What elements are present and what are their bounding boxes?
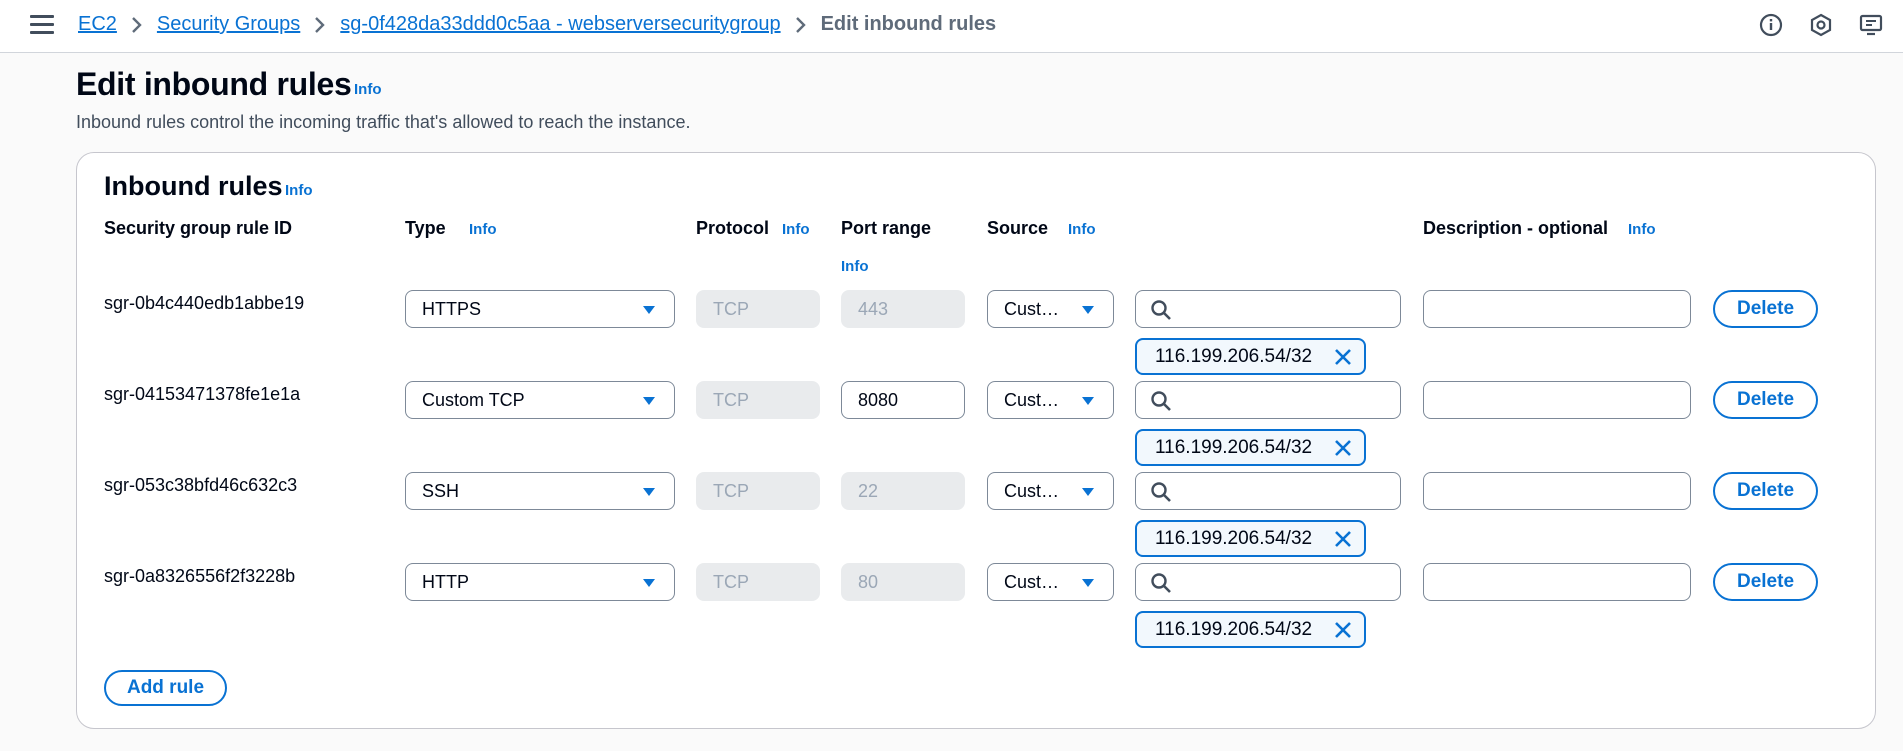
rule-id: sgr-053c38bfd46c632c3: [104, 475, 298, 495]
type-select[interactable]: HTTPS: [405, 290, 675, 328]
type-select-value: HTTPS: [422, 298, 482, 319]
cidr-token: 116.199.206.54/32: [1135, 611, 1366, 648]
chevron-right-icon: [795, 16, 807, 34]
protocol-field: TCP: [696, 381, 820, 419]
search-icon: [1151, 300, 1171, 320]
caret-down-icon: [643, 397, 655, 405]
caret-down-icon: [1082, 579, 1094, 587]
cidr-token: 116.199.206.54/32: [1135, 338, 1366, 375]
chevron-right-icon: [131, 16, 143, 34]
type-select[interactable]: HTTP: [405, 563, 675, 601]
top-navigation-bar: EC2 Security Groups sg-0f428da33ddd0c5aa…: [0, 0, 1903, 53]
type-select-value: HTTP: [422, 571, 469, 592]
breadcrumb-link-security-groups[interactable]: Security Groups: [157, 13, 300, 36]
caret-down-icon: [1082, 306, 1094, 314]
delete-button[interactable]: Delete: [1713, 381, 1818, 419]
protocol-field: TCP: [696, 472, 820, 510]
screen-feedback-icon[interactable]: [1859, 13, 1883, 37]
description-input[interactable]: [1423, 381, 1691, 419]
source-select[interactable]: Cust…: [987, 381, 1114, 419]
port-range-info-link[interactable]: Info: [841, 258, 869, 275]
cidr-token: 116.199.206.54/32: [1135, 429, 1366, 466]
port-range-field: 22: [841, 472, 965, 510]
hexagon-settings-icon[interactable]: [1809, 13, 1833, 37]
cidr-token-label: 116.199.206.54/32: [1155, 618, 1313, 640]
type-info-link[interactable]: Info: [469, 221, 497, 238]
breadcrumb-link-ec2[interactable]: EC2: [78, 13, 117, 36]
type-select-value: Custom TCP: [422, 389, 525, 410]
caret-down-icon: [1082, 397, 1094, 405]
cidr-token-label: 116.199.206.54/32: [1155, 527, 1313, 549]
source-select-value: Cust…: [1004, 389, 1060, 410]
type-select-value: SSH: [422, 480, 460, 501]
close-icon[interactable]: [1334, 439, 1352, 457]
source-search-input[interactable]: [1135, 290, 1401, 328]
source-select-value: Cust…: [1004, 571, 1060, 592]
panel-info-link[interactable]: Info: [285, 182, 313, 199]
panel-title: Inbound rules: [104, 171, 283, 201]
breadcrumb: EC2 Security Groups sg-0f428da33ddd0c5aa…: [78, 13, 996, 36]
page-title-info-link[interactable]: Info: [354, 81, 382, 98]
column-header-type: Type: [405, 218, 446, 238]
source-select-value: Cust…: [1004, 298, 1060, 319]
type-select[interactable]: Custom TCP: [405, 381, 675, 419]
caret-down-icon: [643, 488, 655, 496]
protocol-field: TCP: [696, 290, 820, 328]
close-icon[interactable]: [1334, 530, 1352, 548]
port-range-field: 80: [841, 563, 965, 601]
source-select[interactable]: Cust…: [987, 563, 1114, 601]
add-rule-button[interactable]: Add rule: [104, 670, 227, 706]
rule-id: sgr-0b4c440edb1abbe19: [104, 293, 305, 313]
info-circle-icon[interactable]: [1759, 13, 1783, 37]
caret-down-icon: [643, 306, 655, 314]
source-search-input[interactable]: [1135, 381, 1401, 419]
column-header-rule-id: Security group rule ID: [104, 218, 293, 238]
top-icons: [1759, 13, 1883, 37]
protocol-field: TCP: [696, 563, 820, 601]
source-info-link[interactable]: Info: [1068, 221, 1096, 238]
column-header-description: Description - optional: [1423, 218, 1609, 238]
source-select[interactable]: Cust…: [987, 290, 1114, 328]
description-input[interactable]: [1423, 472, 1691, 510]
breadcrumb-link-security-group[interactable]: sg-0f428da33ddd0c5aa - webserversecurity…: [340, 13, 780, 36]
column-header-source: Source: [987, 218, 1049, 238]
source-search-input[interactable]: [1135, 472, 1401, 510]
delete-button[interactable]: Delete: [1713, 563, 1818, 601]
description-input[interactable]: [1423, 563, 1691, 601]
column-header-port-range: Port range: [841, 218, 932, 238]
cidr-token: 116.199.206.54/32: [1135, 520, 1366, 557]
delete-button[interactable]: Delete: [1713, 290, 1818, 328]
hamburger-icon[interactable]: [30, 15, 54, 35]
port-range-input[interactable]: 8080: [841, 381, 965, 419]
column-header-protocol: Protocol: [696, 218, 770, 238]
close-icon[interactable]: [1334, 348, 1352, 366]
caret-down-icon: [1082, 488, 1094, 496]
source-select[interactable]: Cust…: [987, 472, 1114, 510]
source-select-value: Cust…: [1004, 480, 1060, 501]
search-icon: [1151, 573, 1171, 593]
close-icon[interactable]: [1334, 621, 1352, 639]
search-icon: [1151, 391, 1171, 411]
type-select[interactable]: SSH: [405, 472, 675, 510]
caret-down-icon: [643, 579, 655, 587]
chevron-right-icon: [314, 16, 326, 34]
cidr-token-label: 116.199.206.54/32: [1155, 345, 1313, 367]
search-icon: [1151, 482, 1171, 502]
page-title: Edit inbound rules: [76, 66, 352, 102]
description-input[interactable]: [1423, 290, 1691, 328]
breadcrumb-current: Edit inbound rules: [820, 13, 997, 35]
source-search-input[interactable]: [1135, 563, 1401, 601]
cidr-token-label: 116.199.206.54/32: [1155, 436, 1313, 458]
description-info-link[interactable]: Info: [1628, 221, 1656, 238]
delete-button[interactable]: Delete: [1713, 472, 1818, 510]
rule-id: sgr-0a8326556f2f3228b: [104, 566, 296, 586]
protocol-info-link[interactable]: Info: [782, 221, 810, 238]
port-range-field: 443: [841, 290, 965, 328]
page-description: Inbound rules control the incoming traff…: [76, 112, 691, 132]
rule-id: sgr-04153471378fe1e1a: [104, 384, 301, 404]
